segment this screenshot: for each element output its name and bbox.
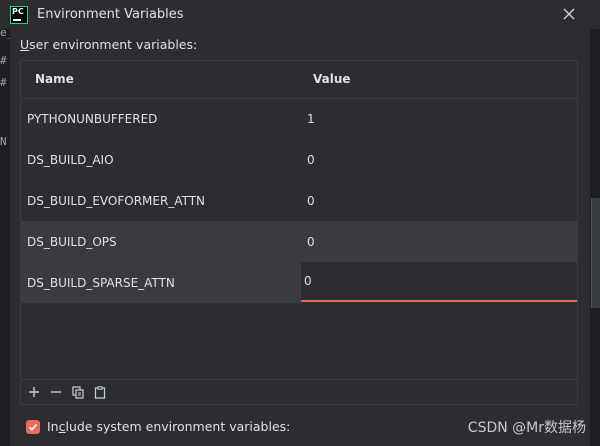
- csdn-watermark: CSDN @Mr数据杨: [467, 420, 586, 436]
- dialog-title: Environment Variables: [37, 7, 184, 22]
- plus-icon: [29, 387, 39, 397]
- value-edit-field[interactable]: [301, 262, 577, 302]
- background-glyph: #: [0, 54, 7, 67]
- pycharm-app-icon: PC: [10, 5, 28, 24]
- background-glyph: #: [0, 76, 7, 89]
- environment-variables-dialog: e_ # # N PC Environment Variables User e…: [0, 0, 600, 446]
- background-glyph: N: [0, 135, 7, 148]
- dialog-body: User environment variables: Name Value P…: [10, 29, 590, 446]
- table-rows: PYTHONUNBUFFERED 1 DS_BUILD_AIO 0 DS_BUI…: [21, 98, 577, 303]
- title-bar: PC Environment Variables: [0, 0, 600, 29]
- background-ide-left-edge: e_ # # N: [0, 26, 13, 446]
- cell-value[interactable]: 0: [301, 180, 577, 221]
- cell-name[interactable]: PYTHONUNBUFFERED: [21, 98, 301, 139]
- user-env-vars-label: User environment variables:: [20, 37, 198, 52]
- close-icon: [563, 8, 575, 20]
- cell-value[interactable]: 0: [301, 221, 577, 262]
- table-row[interactable]: DS_BUILD_AIO 0: [21, 139, 577, 180]
- add-variable-button[interactable]: [23, 381, 45, 403]
- table-row[interactable]: PYTHONUNBUFFERED 1: [21, 98, 577, 139]
- cell-value[interactable]: 0: [301, 139, 577, 180]
- include-system-label[interactable]: Include system environment variables:: [47, 419, 290, 434]
- background-side-tab: [591, 198, 600, 308]
- cell-value[interactable]: 1: [301, 98, 577, 139]
- include-system-env-vars[interactable]: Include system environment variables:: [26, 419, 290, 434]
- cell-name[interactable]: DS_BUILD_SPARSE_ATTN: [21, 262, 301, 303]
- copy-variable-button[interactable]: [67, 381, 89, 403]
- table-header: Name Value: [21, 61, 577, 99]
- table-row-selected[interactable]: DS_BUILD_OPS 0: [21, 221, 577, 262]
- include-system-checkbox[interactable]: [26, 419, 40, 434]
- checkmark-icon: [28, 423, 38, 431]
- remove-variable-button[interactable]: [45, 381, 67, 403]
- close-button[interactable]: [560, 5, 578, 23]
- env-vars-table: Name Value PYTHONUNBUFFERED 1 DS_BUILD_A…: [20, 60, 578, 405]
- copy-icon: [71, 385, 84, 399]
- cell-name[interactable]: DS_BUILD_OPS: [21, 221, 301, 262]
- column-header-value[interactable]: Value: [313, 72, 351, 86]
- table-toolbar: [21, 379, 577, 404]
- minus-icon: [51, 391, 61, 393]
- clipboard-icon: [94, 385, 106, 399]
- cell-name[interactable]: DS_BUILD_AIO: [21, 139, 301, 180]
- paste-variable-button[interactable]: [89, 381, 111, 403]
- cell-name[interactable]: DS_BUILD_EVOFORMER_ATTN: [21, 180, 301, 221]
- table-row[interactable]: DS_BUILD_EVOFORMER_ATTN 0: [21, 180, 577, 221]
- table-row-editing[interactable]: DS_BUILD_SPARSE_ATTN: [21, 262, 577, 303]
- background-ide-right-edge: [590, 28, 600, 446]
- column-header-name[interactable]: Name: [35, 72, 74, 86]
